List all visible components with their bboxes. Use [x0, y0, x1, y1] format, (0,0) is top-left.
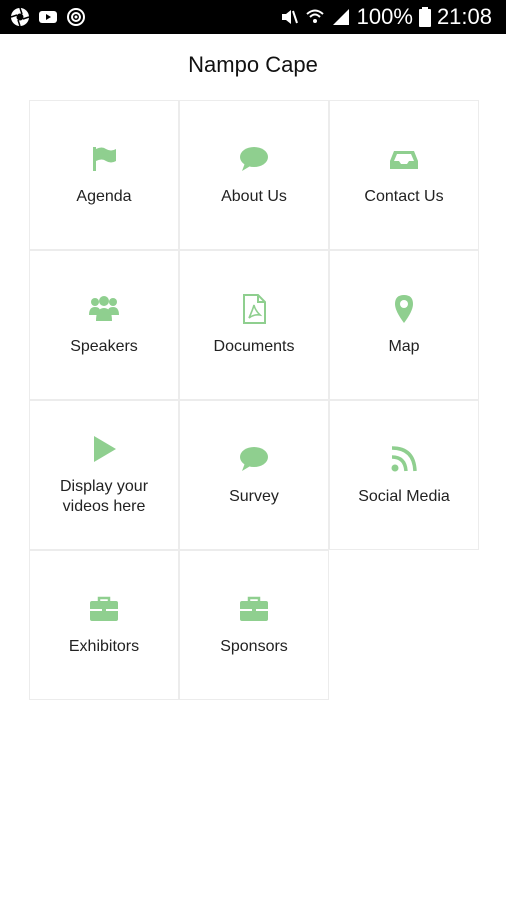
menu-tile-videos[interactable]: Display your videos here: [29, 400, 179, 550]
tile-label: About Us: [221, 188, 287, 205]
briefcase-icon: [90, 596, 118, 621]
header: Nampo Cape: [0, 34, 506, 96]
mute-icon: [281, 10, 298, 24]
pdf-document-icon: [243, 294, 266, 324]
menu-tile-agenda[interactable]: Agenda: [29, 100, 179, 250]
status-left-icons: [10, 7, 86, 27]
tile-label: Display your videos here: [59, 478, 149, 515]
battery-percent: 100%: [356, 4, 413, 29]
clock: 21:08: [436, 4, 492, 29]
users-icon: [89, 296, 119, 321]
menu-tile-contact-us[interactable]: Contact Us: [329, 100, 479, 250]
menu-tile-survey[interactable]: Survey: [179, 400, 329, 550]
tile-label: Survey: [229, 488, 279, 505]
map-pin-icon: [395, 295, 413, 323]
tile-label: Agenda: [76, 188, 132, 205]
wifi-icon: [305, 9, 324, 23]
menu-tile-exhibitors[interactable]: Exhibitors: [29, 550, 179, 700]
tile-label: Contact Us: [364, 188, 444, 205]
tile-label: Social Media: [358, 488, 450, 505]
rss-icon: [391, 446, 417, 472]
tile-label: Exhibitors: [68, 638, 140, 655]
signal-icon: [332, 9, 349, 25]
status-bar: 100% 21:08: [0, 0, 506, 34]
chat-bubble-icon: [240, 147, 268, 171]
status-right: 100% 21:08: [279, 4, 492, 30]
play-icon: [94, 436, 116, 462]
battery-icon: [418, 7, 431, 27]
youtube-icon: [39, 11, 57, 23]
page-title: Nampo Cape: [188, 52, 318, 77]
menu-tile-documents[interactable]: Documents: [179, 250, 329, 400]
inbox-icon: [390, 151, 418, 169]
tile-label: Documents: [213, 338, 295, 355]
menu-tile-speakers[interactable]: Speakers: [29, 250, 179, 400]
menu-tile-sponsors[interactable]: Sponsors: [179, 550, 329, 700]
chat-bubble-icon: [240, 447, 268, 471]
aperture-icon: [10, 7, 30, 27]
menu-tile-map[interactable]: Map: [329, 250, 479, 400]
tile-label: Speakers: [70, 338, 138, 355]
tile-label: Sponsors: [220, 638, 288, 655]
tile-label: Map: [388, 338, 420, 355]
briefcase-icon: [240, 596, 268, 621]
menu-tile-about-us[interactable]: About Us: [179, 100, 329, 250]
flag-icon: [93, 147, 116, 171]
target-icon: [67, 8, 85, 26]
menu-tile-social-media[interactable]: Social Media: [329, 400, 479, 550]
